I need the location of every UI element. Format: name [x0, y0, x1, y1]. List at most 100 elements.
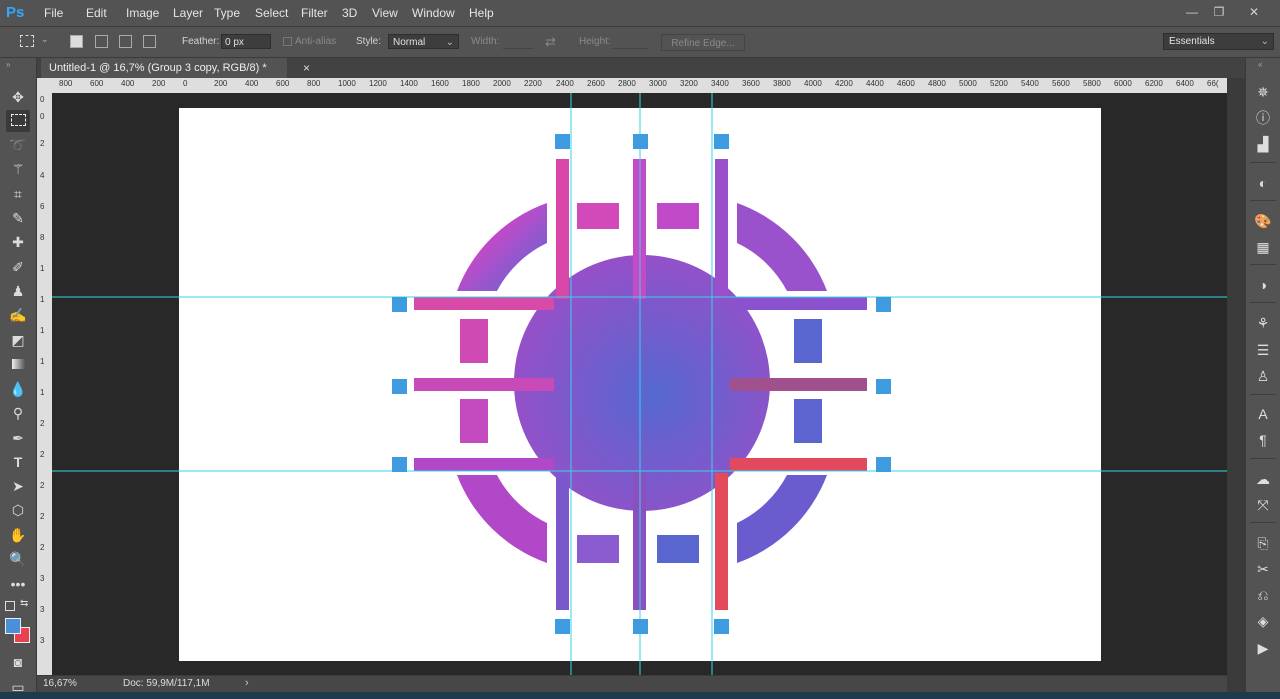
new-selection-icon[interactable] [70, 35, 83, 48]
width-input[interactable] [503, 48, 533, 49]
grid-icon[interactable]: ▦ [1252, 237, 1274, 257]
type-icon[interactable]: T [6, 451, 30, 473]
navigator-icon[interactable]: ✵ [1252, 82, 1274, 102]
corner-shape [737, 475, 827, 563]
feather-input[interactable]: 0 px [221, 34, 271, 49]
adjustments-icon[interactable]: ◑ [1252, 275, 1274, 295]
gradient-icon[interactable] [6, 353, 30, 375]
brush-settings-icon[interactable]: ☰ [1252, 340, 1274, 360]
eyedropper-icon[interactable]: ✎ [6, 207, 30, 229]
magic-wand-icon[interactable]: ⚚ [6, 158, 30, 180]
style-select[interactable]: Normal ⌄ [388, 34, 459, 49]
swap-colors-icon[interactable]: ⇆ [20, 598, 28, 609]
document-tab[interactable]: Untitled-1 @ 16,7% (Group 3 copy, RGB/8)… [41, 58, 287, 78]
ruler-tick: 2400 [556, 79, 574, 88]
3d-icon[interactable]: ☁ [1252, 469, 1274, 489]
document-canvas[interactable] [52, 93, 1227, 675]
paragraph-icon[interactable]: ¶ [1252, 430, 1274, 450]
menu-image[interactable]: Image [126, 0, 173, 26]
minimize-button[interactable]: — [1183, 3, 1201, 21]
document-tab-bar: Untitled-1 @ 16,7% (Group 3 copy, RGB/8)… [37, 58, 1245, 78]
ruler-tick: 600 [276, 79, 290, 88]
marquee-preset-icon[interactable] [20, 35, 34, 47]
ruler-tick: 3000 [649, 79, 667, 88]
intersect-selection-icon[interactable] [143, 35, 156, 48]
vertical-scrollbar[interactable] [1227, 78, 1245, 692]
menu-view[interactable]: View [372, 0, 412, 26]
brushes-icon[interactable]: ⚘ [1252, 313, 1274, 333]
menu-type[interactable]: Type [214, 0, 255, 26]
crop-icon[interactable]: ⌗ [6, 183, 30, 205]
shape-icon[interactable]: ⬡ [6, 499, 30, 521]
paths-icon[interactable]: ⎌ [1252, 585, 1274, 605]
close-window-button[interactable]: ✕ [1245, 3, 1263, 21]
collapse-icon[interactable]: » [6, 60, 10, 69]
circuit-line [556, 473, 569, 610]
menu-select[interactable]: Select [255, 0, 301, 26]
foreground-color-swatch[interactable] [5, 618, 21, 634]
swatches-icon[interactable]: 🎨 [1252, 211, 1274, 231]
character-icon[interactable]: A [1252, 404, 1274, 424]
layers-icon[interactable]: ◈ [1252, 611, 1274, 631]
circuit-line [414, 378, 554, 391]
menu-3d[interactable]: 3D [342, 0, 372, 26]
circuit-line [730, 378, 867, 391]
close-icon[interactable]: × [303, 58, 310, 78]
collapse-icon[interactable]: « [1258, 60, 1262, 69]
zoom-icon[interactable]: 🔍 [6, 548, 30, 570]
ruler-tick: 1400 [400, 79, 418, 88]
histogram-icon[interactable]: ▟ [1252, 134, 1274, 154]
ruler-vertical: 0 0 2 4 6 8 1 1 1 1 1 2 2 2 2 2 3 3 3 [37, 93, 52, 675]
refine-edge-button[interactable]: Refine Edge... [661, 34, 745, 51]
menu-help[interactable]: Help [469, 0, 509, 26]
history-brush-icon[interactable]: ✍ [6, 304, 30, 326]
lasso-icon[interactable]: ➰ [6, 134, 30, 156]
circuit-pad [794, 399, 822, 443]
chevron-down-icon[interactable]: ⌄ [41, 34, 49, 45]
path-select-icon[interactable]: ➤ [6, 475, 30, 497]
move-icon[interactable]: ✥ [6, 86, 30, 108]
quick-mask-icon[interactable]: ◙ [6, 651, 30, 673]
height-input[interactable] [613, 48, 648, 49]
menu-window[interactable]: Window [412, 0, 469, 26]
ruler-tick: 4400 [866, 79, 884, 88]
brush-icon[interactable]: ✐ [6, 256, 30, 278]
transform-handle [876, 379, 891, 394]
menu-filter[interactable]: Filter [301, 0, 342, 26]
menu-file[interactable]: File [44, 0, 86, 26]
style-value: Normal [393, 37, 426, 48]
zoom-level[interactable]: 16,67% [43, 678, 77, 689]
subtract-selection-icon[interactable] [119, 35, 132, 48]
style-label: Style: [356, 36, 382, 47]
marquee-icon[interactable] [6, 110, 30, 132]
ruler-tick: 200 [152, 79, 166, 88]
info-icon[interactable]: ⓘ [1252, 108, 1274, 128]
status-menu-arrow[interactable]: › [245, 677, 249, 689]
add-selection-icon[interactable] [95, 35, 108, 48]
hand-icon[interactable]: ✋ [6, 524, 30, 546]
clone-source-icon[interactable]: ♙ [1252, 366, 1274, 386]
circuit-line [730, 297, 867, 310]
play-icon[interactable]: ▶ [1252, 638, 1274, 658]
pen-icon[interactable]: ✒ [6, 427, 30, 449]
restore-button[interactable]: ❐ [1210, 3, 1228, 21]
eraser-icon[interactable]: ◩ [6, 329, 30, 351]
workspace-select[interactable]: Essentials ⌄ [1163, 33, 1274, 50]
ruler-tick: 1 [40, 357, 45, 366]
color-icon[interactable]: ◐ [1252, 173, 1274, 193]
menu-layer[interactable]: Layer [173, 0, 214, 26]
transform-icon[interactable]: ⤧ [1252, 495, 1274, 515]
blur-icon[interactable]: 💧 [6, 378, 30, 400]
default-colors-icon[interactable] [5, 601, 15, 611]
circuit-line [730, 458, 867, 471]
stamp-icon[interactable]: ♟ [6, 280, 30, 302]
healing-icon[interactable]: ✚ [6, 231, 30, 253]
dodge-icon[interactable]: ⚲ [6, 402, 30, 424]
circuit-line [556, 159, 569, 299]
antialias-checkbox[interactable] [283, 37, 292, 46]
properties-icon[interactable]: ⎘ [1252, 533, 1274, 553]
swap-dimensions-icon[interactable]: ⇄ [545, 27, 556, 57]
more-icon[interactable]: ••• [6, 573, 30, 595]
menu-edit[interactable]: Edit [86, 0, 126, 26]
tools-icon[interactable]: ✂ [1252, 559, 1274, 579]
